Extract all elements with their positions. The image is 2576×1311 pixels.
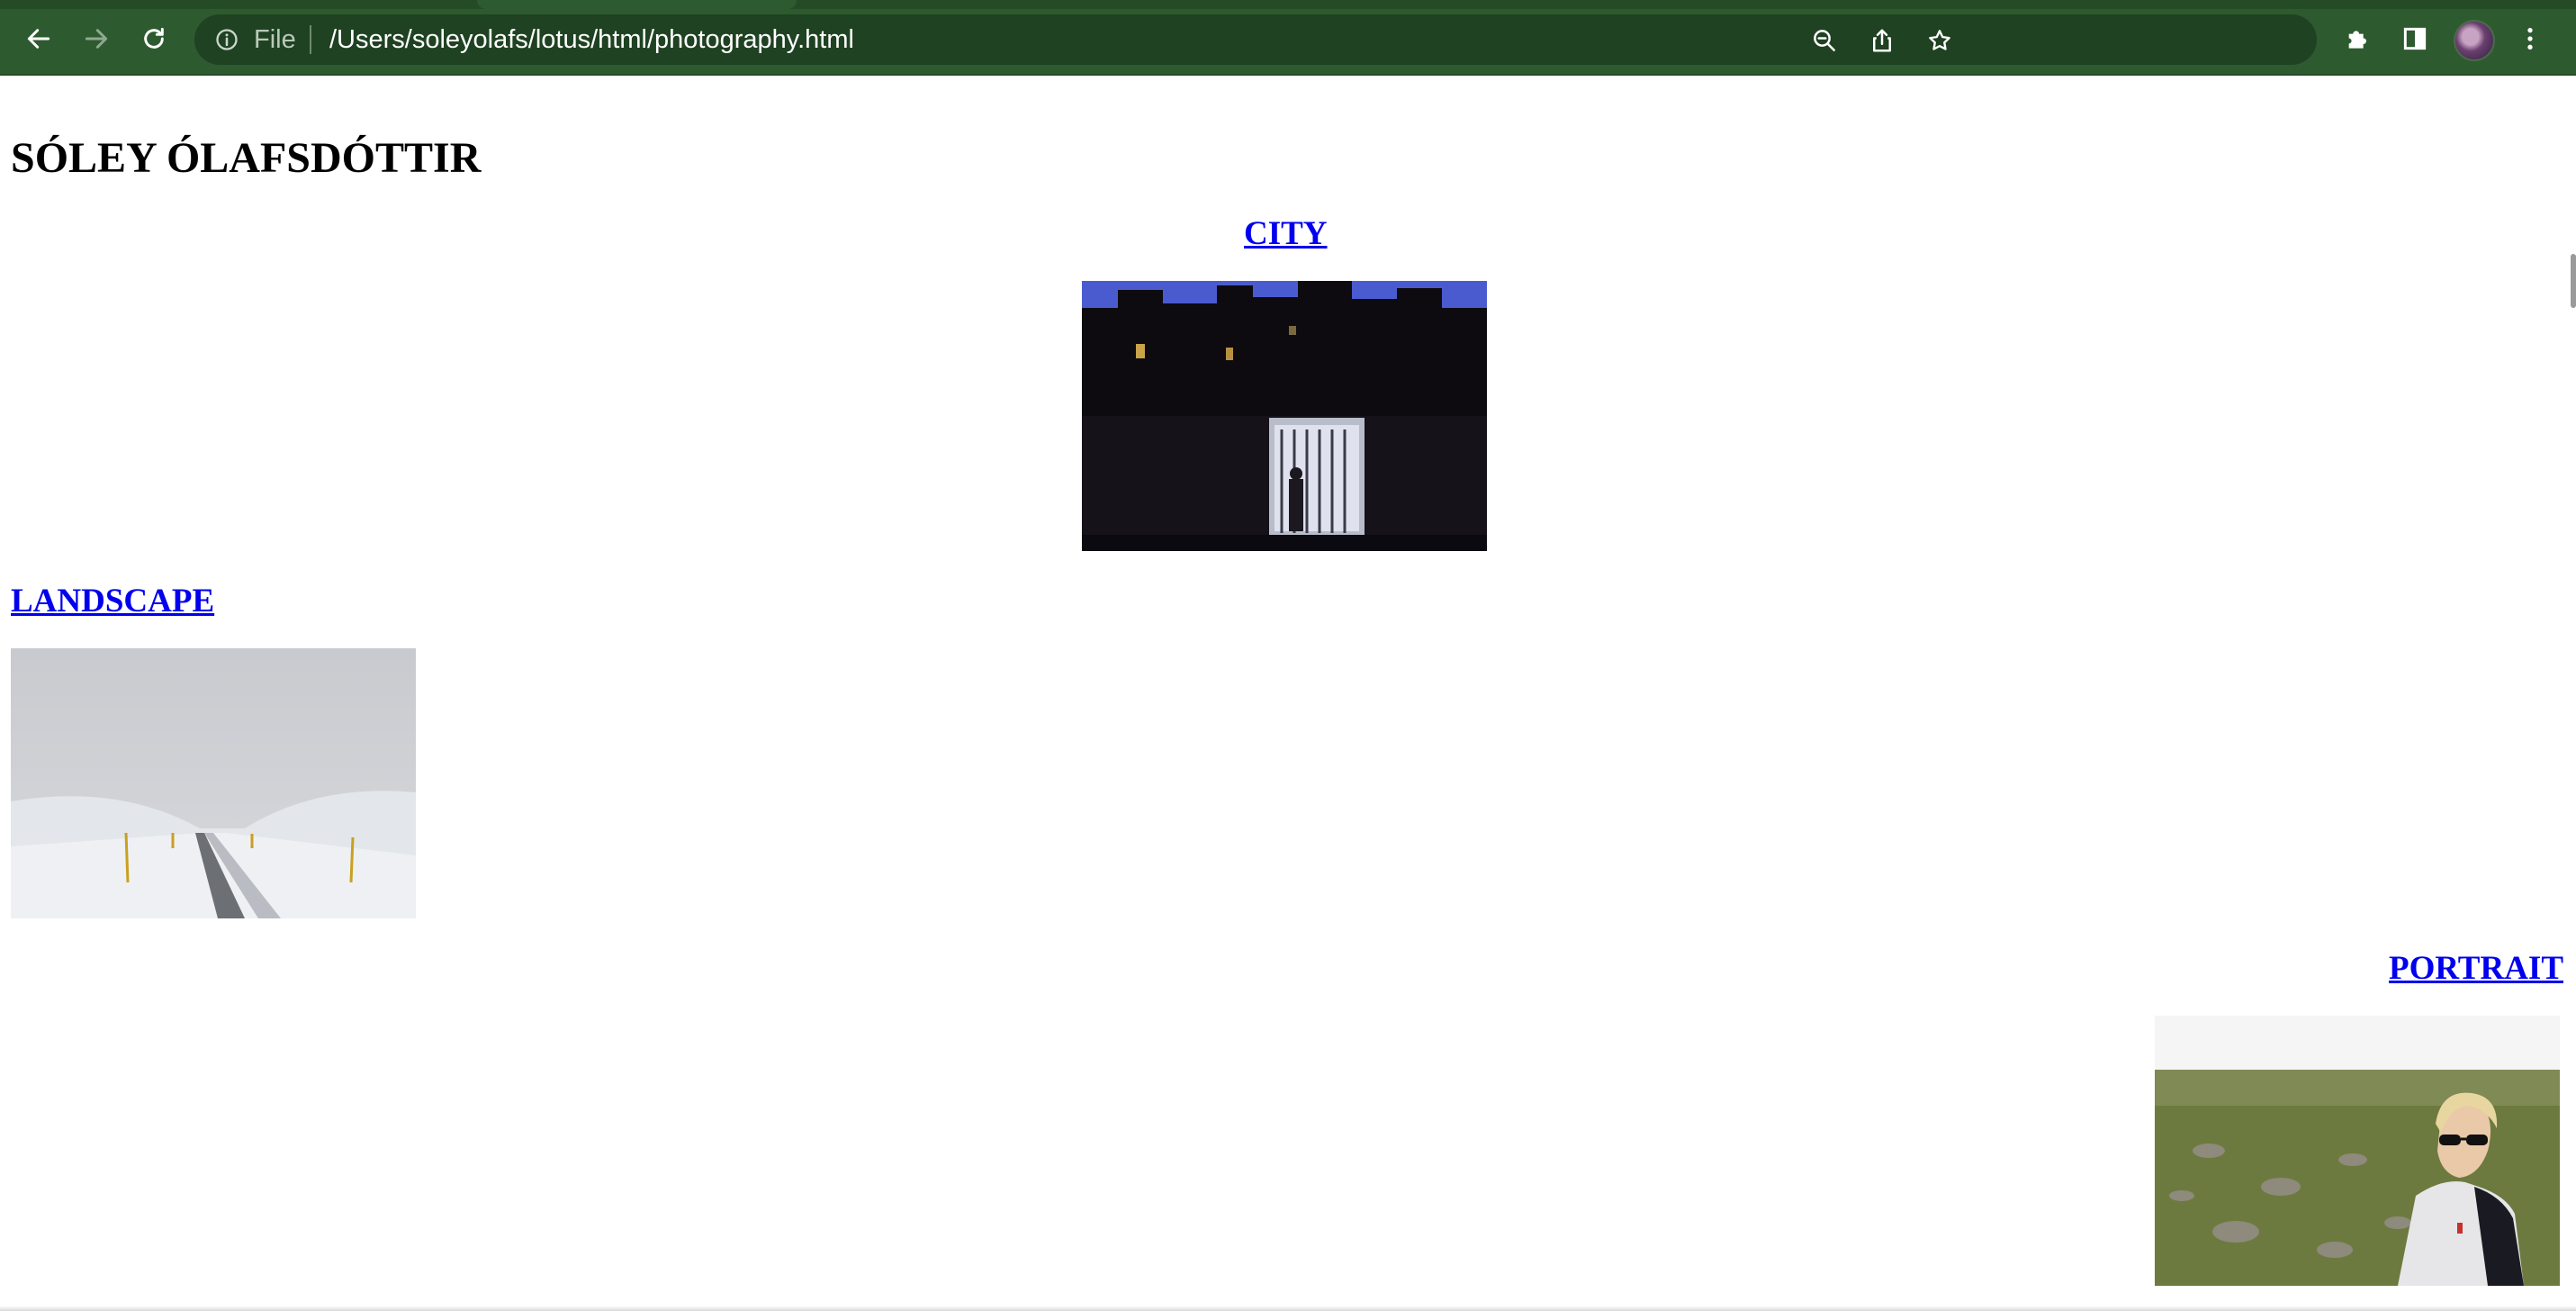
url-scheme-label: File — [254, 25, 296, 54]
zoom-out-icon — [1814, 30, 1835, 51]
city-photo[interactable] — [1082, 281, 1487, 551]
info-icon[interactable] — [214, 27, 239, 52]
portrait-photo-image — [2155, 1016, 2560, 1286]
city-link[interactable]: CITY — [1244, 214, 1328, 253]
reload-icon — [144, 27, 164, 49]
portrait-photo[interactable] — [2155, 1016, 2560, 1286]
landscape-photo-image — [11, 648, 416, 918]
portrait-link[interactable]: PORTRAIT — [2389, 949, 2563, 988]
puzzle-icon — [2348, 31, 2366, 49]
scrollbar[interactable] — [2571, 254, 2576, 308]
arrow-right-icon — [85, 29, 108, 49]
divider — [310, 25, 311, 54]
share-icon — [1873, 29, 1891, 52]
city-photo-image — [1082, 281, 1487, 551]
page-title: SÓLEY ÓLAFSDÓTTIR — [11, 134, 482, 182]
side-panel-icon — [2403, 27, 2427, 50]
share-button[interactable] — [1867, 25, 1897, 56]
menu-button[interactable] — [2513, 22, 2547, 56]
landscape-photo[interactable] — [11, 648, 416, 918]
extensions-button[interactable] — [2340, 22, 2374, 56]
url-text[interactable]: /Users/soleyolafs/lotus/html/photography… — [329, 25, 854, 55]
zoom-button[interactable] — [1809, 25, 1840, 56]
web-page: SÓLEY ÓLAFSDÓTTIR CITY LANDSCAPE PORTRAI… — [0, 76, 2576, 1311]
bookmark-button[interactable] — [1924, 25, 1955, 56]
address-bar[interactable]: File /Users/soleyolafs/lotus/html/photog… — [194, 14, 2317, 65]
forward-button[interactable] — [76, 18, 117, 59]
tab-strip — [0, 0, 2576, 9]
side-panel-button[interactable] — [2398, 22, 2432, 56]
active-tab[interactable] — [477, 0, 797, 9]
landscape-link[interactable]: LANDSCAPE — [11, 582, 214, 620]
star-icon — [1929, 30, 1950, 50]
arrow-left-icon — [27, 29, 50, 49]
profile-avatar[interactable] — [2454, 20, 2495, 61]
window-bottom-edge — [0, 1306, 2576, 1311]
kebab-menu-icon — [2527, 28, 2533, 50]
back-button[interactable] — [18, 18, 59, 59]
reload-button[interactable] — [133, 18, 175, 59]
browser-toolbar: File /Users/soleyolafs/lotus/html/photog… — [0, 0, 2576, 76]
